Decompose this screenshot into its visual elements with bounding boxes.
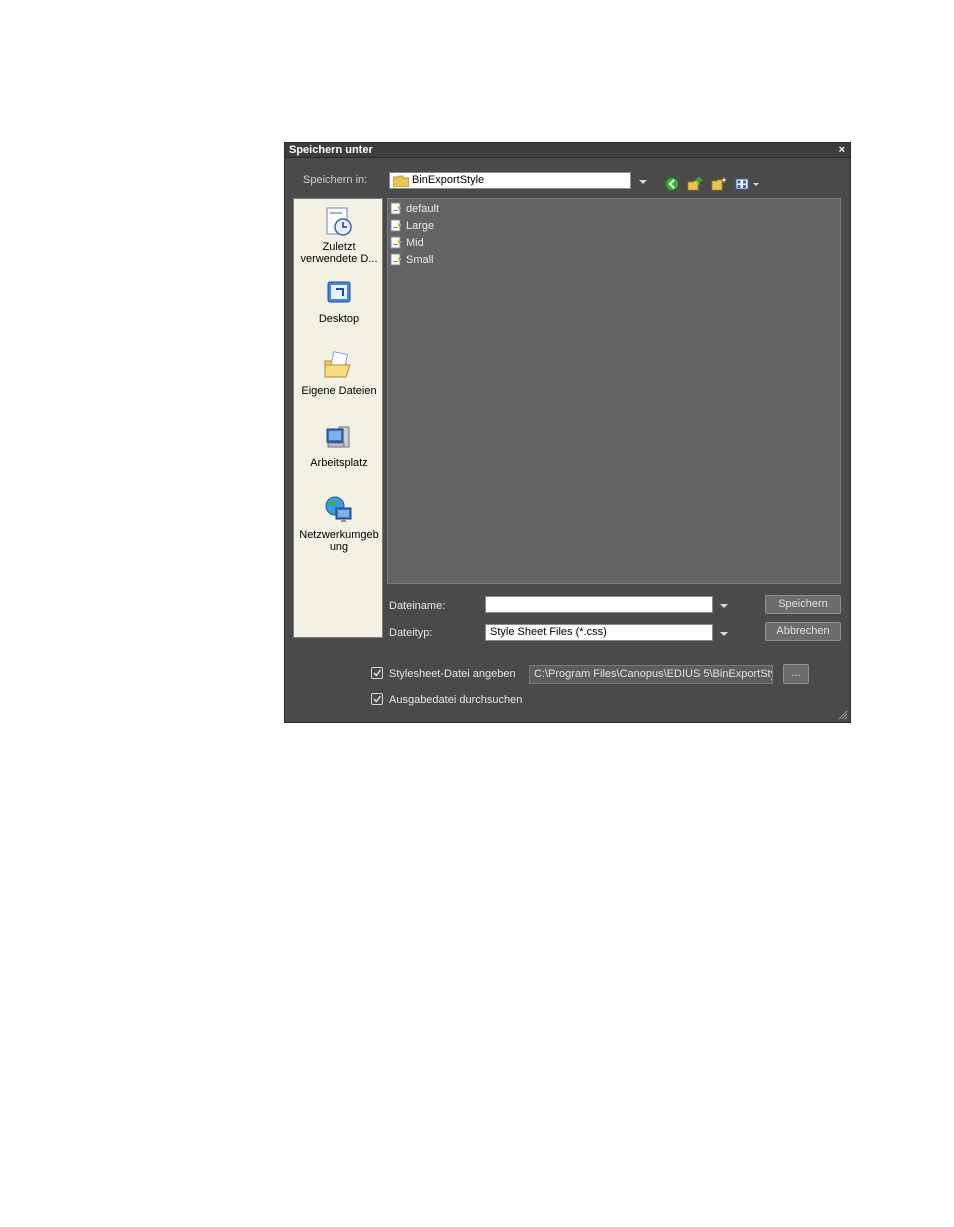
save-in-dropdown-arrow[interactable] — [639, 180, 647, 184]
file-item-default[interactable]: default — [390, 201, 439, 217]
file-item-label: Large — [406, 220, 435, 232]
place-my-documents[interactable]: Eigene Dateien — [294, 349, 384, 397]
stylesheet-file-icon — [390, 219, 402, 232]
save-in-label: Speichern in: — [303, 174, 368, 186]
cancel-button[interactable]: Abbrechen — [765, 622, 841, 641]
stylesheet-file-icon — [390, 253, 402, 266]
stylesheet-file-icon — [390, 202, 402, 215]
place-recent-label: Zuletzt verwendete D... — [300, 241, 378, 265]
file-item-label: Small — [406, 254, 434, 266]
save-in-dropdown[interactable]: BinExportStyle — [389, 172, 631, 189]
view-menu-arrow-icon[interactable] — [753, 183, 759, 186]
file-item-small[interactable]: Small — [390, 252, 434, 268]
stylesheet-checkbox-label: Stylesheet-Datei angeben — [389, 668, 516, 680]
filename-dropdown-arrow[interactable] — [720, 604, 728, 608]
filename-label: Dateiname: — [389, 600, 446, 612]
file-list[interactable]: default Large Mid Small — [387, 198, 841, 584]
file-item-mid[interactable]: Mid — [390, 235, 424, 251]
network-icon — [325, 496, 352, 522]
filetype-value: Style Sheet Files (*.css) — [490, 626, 607, 638]
checkmark-icon — [373, 695, 382, 703]
place-my-computer[interactable]: Arbeitsplatz — [294, 421, 384, 469]
filetype-dropdown-arrow[interactable] — [720, 632, 728, 636]
filetype-label: Dateityp: — [389, 627, 433, 639]
browse-output-checkbox-label: Ausgabedatei durchsuchen — [389, 694, 523, 706]
folder-icon — [393, 175, 409, 187]
place-my-computer-label: Arbeitsplatz — [310, 457, 368, 469]
recent-documents-icon — [326, 207, 352, 236]
back-icon[interactable] — [664, 176, 680, 192]
file-item-label: default — [406, 203, 440, 215]
close-button[interactable]: × — [839, 143, 845, 157]
place-recent[interactable]: Zuletzt verwendete D... — [294, 205, 384, 265]
filename-input[interactable] — [485, 596, 713, 613]
filetype-dropdown[interactable]: Style Sheet Files (*.css) — [485, 624, 713, 641]
save-button[interactable]: Speichern — [765, 595, 841, 614]
view-menu-icon[interactable] — [735, 176, 751, 192]
stylesheet-file-icon — [390, 236, 402, 249]
place-desktop[interactable]: Desktop — [294, 277, 384, 325]
save-as-dialog: Speichern unter × Speichern in: BinExpor… — [284, 142, 851, 723]
browse-stylesheet-button[interactable]: ... — [783, 664, 809, 684]
my-documents-icon — [324, 351, 351, 378]
stylesheet-checkbox[interactable] — [371, 667, 383, 679]
file-item-large[interactable]: Large — [390, 218, 434, 234]
stylesheet-path-field[interactable]: C:\Program Files\Canopus\EDIUS 5\BinExpo… — [529, 665, 773, 684]
browse-output-checkbox[interactable] — [371, 693, 383, 705]
up-folder-icon[interactable] — [687, 176, 703, 192]
save-in-value: BinExportStyle — [412, 174, 485, 186]
place-network-label: Netzwerkumgeb ung — [299, 529, 379, 553]
title-bar[interactable]: Speichern unter × — [285, 143, 850, 158]
place-my-documents-label: Eigene Dateien — [301, 385, 377, 397]
new-folder-icon[interactable] — [711, 176, 727, 192]
my-computer-icon — [326, 426, 350, 448]
file-item-label: Mid — [406, 237, 424, 249]
checkmark-icon — [373, 669, 382, 677]
desktop-icon — [327, 281, 351, 303]
dialog-title: Speichern unter — [289, 144, 373, 156]
place-network[interactable]: Netzwerkumgeb ung — [294, 493, 384, 553]
places-bar: Zuletzt verwendete D... Desktop Eigene D… — [293, 198, 383, 638]
resize-grip-icon[interactable] — [836, 708, 848, 720]
place-desktop-label: Desktop — [318, 313, 360, 325]
